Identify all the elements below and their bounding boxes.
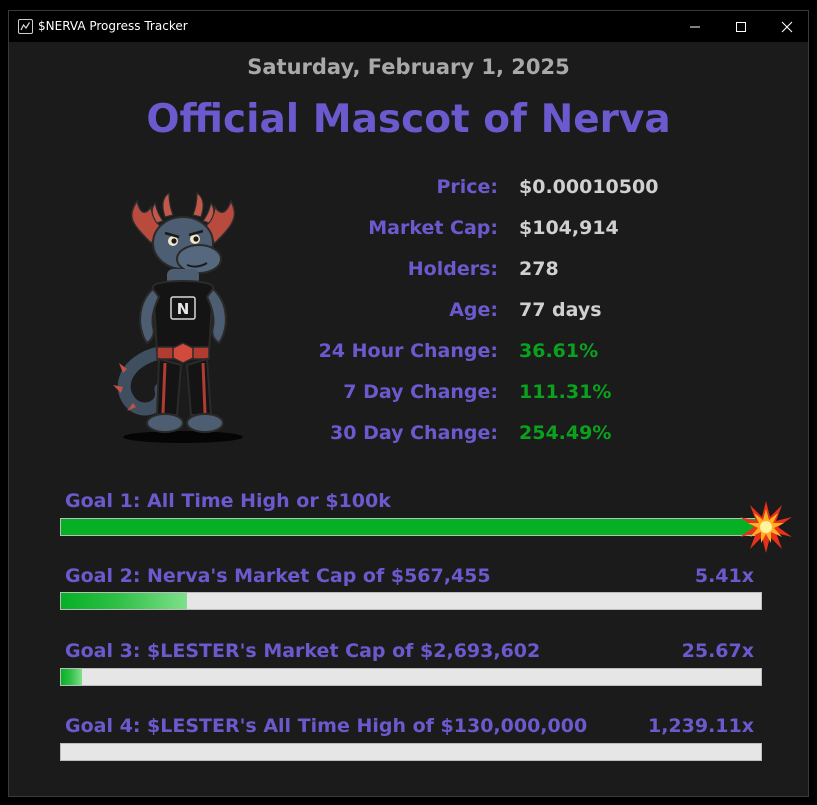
- stat-value-7d-change: 111.31%: [519, 381, 612, 403]
- goal-4-progress-bar: [60, 743, 762, 761]
- stat-value-price: $0.00010500: [519, 176, 659, 198]
- dragon-mascot-image: N: [107, 183, 255, 445]
- stat-label-7d-change: 7 Day Change:: [343, 381, 498, 403]
- stat-label-market-cap: Market Cap:: [368, 217, 498, 239]
- stat-label-age: Age:: [449, 299, 498, 321]
- starburst-icon: [740, 501, 792, 553]
- close-icon: [781, 21, 793, 33]
- window-title: $NERVA Progress Tracker: [38, 19, 188, 33]
- goal-4-multiplier: 1,239.11x: [647, 715, 754, 737]
- stat-value-24h-change: 36.61%: [519, 340, 599, 362]
- minimize-button[interactable]: [672, 11, 718, 42]
- page-title: Official Mascot of Nerva: [146, 97, 671, 142]
- minimize-icon: [690, 26, 700, 28]
- goal-3-label: Goal 3: $LESTER's Market Cap of $2,693,6…: [65, 640, 541, 662]
- goal-3-progress-bar: [60, 668, 762, 686]
- stat-label-30d-change: 30 Day Change:: [330, 422, 498, 444]
- goal-4-label: Goal 4: $LESTER's All Time High of $130,…: [65, 715, 588, 737]
- goal-2-multiplier: 5.41x: [694, 565, 754, 587]
- stat-value-age: 77 days: [519, 299, 602, 321]
- stat-value-30d-change: 254.49%: [519, 422, 612, 444]
- maximize-button[interactable]: [718, 11, 764, 42]
- date-heading: Saturday, February 1, 2025: [247, 55, 570, 79]
- maximize-icon: [736, 22, 746, 32]
- goal-1-label: Goal 1: All Time High or $100k: [65, 490, 391, 512]
- app-window: $NERVA Progress Tracker Saturday, Februa…: [8, 10, 809, 797]
- goal-1-progress-fill: [61, 519, 761, 535]
- stat-label-24h-change: 24 Hour Change:: [318, 340, 498, 362]
- chart-line-icon: [18, 19, 33, 34]
- goal-2-progress-fill: [61, 593, 187, 609]
- goal-3-multiplier: 25.67x: [681, 640, 754, 662]
- stat-value-market-cap: $104,914: [519, 217, 619, 239]
- stat-label-price: Price:: [436, 176, 498, 198]
- goal-2-label: Goal 2: Nerva's Market Cap of $567,455: [65, 565, 491, 587]
- mascot-badge-letter: N: [177, 300, 190, 318]
- stat-label-holders: Holders:: [407, 258, 498, 280]
- goal-2-progress-bar: [60, 592, 762, 610]
- close-button[interactable]: [764, 11, 810, 42]
- goal-3-progress-fill: [61, 669, 82, 685]
- stat-value-holders: 278: [519, 258, 559, 280]
- goal-1-progress-bar: [60, 518, 762, 536]
- title-bar[interactable]: $NERVA Progress Tracker: [9, 11, 808, 42]
